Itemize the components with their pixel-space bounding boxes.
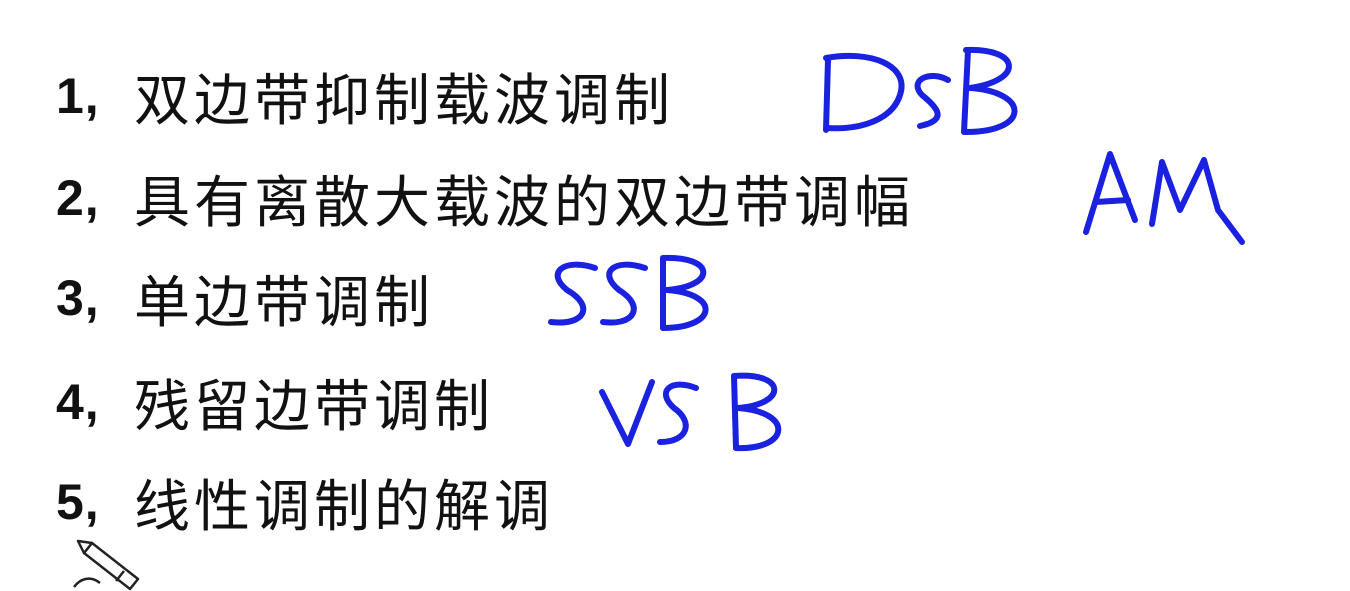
- handwritten-dsb-strokes: [823, 46, 1018, 135]
- list-item-3: 3, 单边带调制: [56, 258, 434, 338]
- list-item-4: 4, 残留边带调制: [56, 362, 494, 442]
- item-number: 3,: [56, 270, 100, 326]
- item-text: 双边带抑制载波调制: [134, 68, 674, 134]
- item-text: 残留边带调制: [134, 374, 494, 440]
- handwritten-annotation-vsb: VSB: [598, 362, 798, 457]
- handwritten-annotation-am: AM: [1080, 150, 1250, 250]
- item-number: 1,: [56, 68, 100, 124]
- list-item-1: 1, 双边带抑制载波调制: [56, 56, 674, 136]
- handwritten-annotation-dsb: DSB: [820, 40, 1030, 140]
- handwritten-vsb-strokes: [599, 372, 782, 452]
- list-item-5: 5, 线性调制的解调: [56, 462, 554, 542]
- item-number: 5,: [56, 474, 100, 530]
- slide-page: 1, 双边带抑制载波调制 DSB 2, 具有离散大载波的双边带调幅 AM 3, …: [0, 0, 1350, 591]
- handwritten-annotation-ssb: SSB: [545, 250, 725, 340]
- handwritten-ssb-strokes: [548, 254, 709, 331]
- item-text: 线性调制的解调: [134, 474, 554, 540]
- item-text: 具有离散大载波的双边带调幅: [134, 170, 914, 236]
- item-text: 单边带调制: [134, 270, 434, 336]
- item-number: 4,: [56, 374, 100, 430]
- item-number: 2,: [56, 170, 100, 226]
- pen-cursor-icon: [70, 535, 150, 591]
- list-item-2: 2, 具有离散大载波的双边带调幅: [56, 158, 914, 238]
- handwritten-am-strokes: [1083, 151, 1245, 245]
